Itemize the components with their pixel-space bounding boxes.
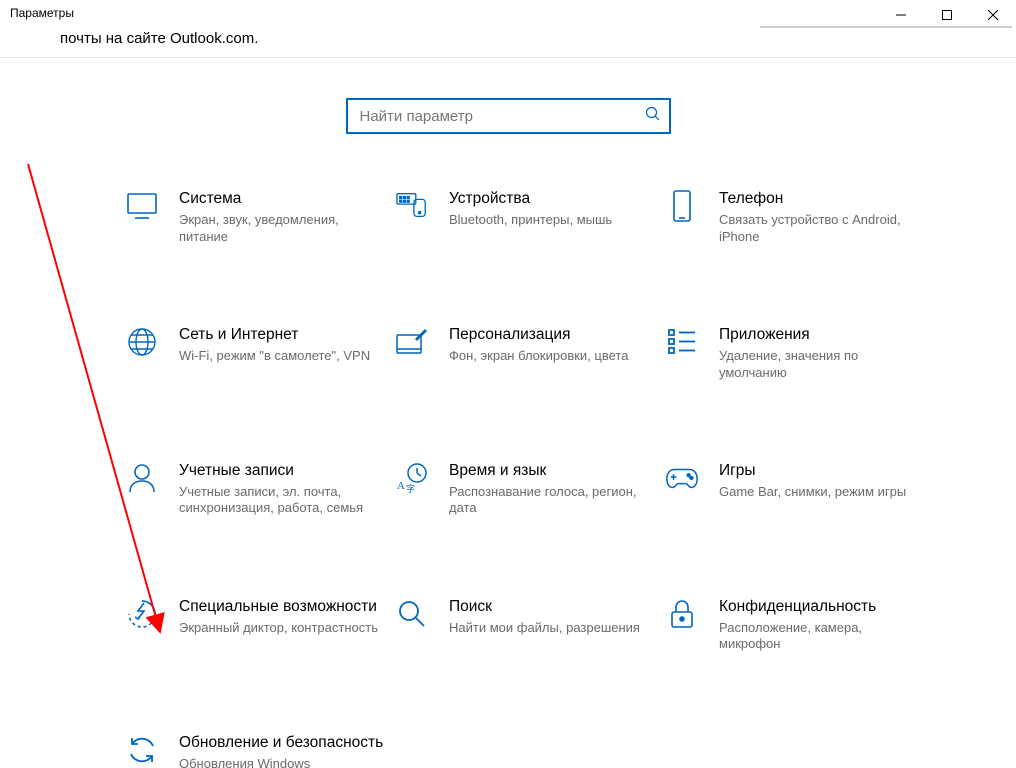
tile-title: Система — [179, 189, 395, 208]
tile-desc: Удаление, значения по умолчанию — [719, 348, 919, 381]
header-subtitle: почты на сайте Outlook.com. — [0, 30, 1016, 57]
tile-time-language[interactable]: A字 Время и язык Распознавание голоса, ре… — [395, 461, 665, 517]
tile-desc: Bluetooth, принтеры, мышь — [449, 212, 649, 228]
tile-title: Специальные возможности — [179, 597, 395, 616]
tile-desc: Фон, экран блокировки, цвета — [449, 348, 649, 364]
globe-icon — [125, 325, 159, 359]
tile-desc: Найти мои файлы, разрешения — [449, 620, 649, 636]
tile-network[interactable]: Сеть и Интернет Wi-Fi, режим "в самолете… — [125, 325, 395, 381]
tile-apps[interactable]: Приложения Удаление, значения по умолчан… — [665, 325, 935, 381]
tile-desc: Расположение, камера, микрофон — [719, 620, 919, 653]
tile-title: Персонализация — [449, 325, 665, 344]
tile-title: Телефон — [719, 189, 935, 208]
search-box[interactable] — [346, 98, 671, 134]
tile-title: Поиск — [449, 597, 665, 616]
tile-phone[interactable]: Телефон Связать устройство с Android, iP… — [665, 189, 935, 245]
tile-title: Обновление и безопасность — [179, 733, 395, 752]
svg-text:A: A — [397, 480, 405, 492]
settings-grid: Система Экран, звук, уведомления, питани… — [125, 174, 935, 768]
tile-title: Время и язык — [449, 461, 665, 480]
tile-desc: Учетные записи, эл. почта, синхронизация… — [179, 484, 379, 517]
time-language-icon: A字 — [395, 461, 429, 495]
scrollbar-indicator — [760, 26, 1012, 28]
tile-title: Приложения — [719, 325, 935, 344]
svg-text:字: 字 — [406, 483, 415, 494]
search-icon — [645, 106, 661, 127]
tile-title: Конфиденциальность — [719, 597, 935, 616]
tile-desc: Распознавание голоса, регион, дата — [449, 484, 649, 517]
phone-icon — [665, 189, 699, 223]
tile-update[interactable]: Обновление и безопасность Обновления Win… — [125, 733, 395, 768]
tile-desc: Wi-Fi, режим "в самолете", VPN — [179, 348, 379, 364]
header-separator — [0, 57, 1016, 58]
search-tile-icon — [395, 597, 429, 631]
tile-desc: Связать устройство с Android, iPhone — [719, 212, 919, 245]
tile-search[interactable]: Поиск Найти мои файлы, разрешения — [395, 597, 665, 653]
update-icon — [125, 733, 159, 767]
tile-gaming[interactable]: Игры Game Bar, снимки, режим игры — [665, 461, 935, 517]
tile-accounts[interactable]: Учетные записи Учетные записи, эл. почта… — [125, 461, 395, 517]
tile-title: Сеть и Интернет — [179, 325, 395, 344]
devices-icon — [395, 189, 429, 223]
tile-title: Игры — [719, 461, 935, 480]
tile-desc: Экранный диктор, контрастность — [179, 620, 379, 636]
tile-devices[interactable]: Устройства Bluetooth, принтеры, мышь — [395, 189, 665, 245]
search-input[interactable] — [358, 107, 645, 126]
tile-desc: Game Bar, снимки, режим игры — [719, 484, 919, 500]
window-title: Параметры — [0, 0, 84, 26]
personalization-icon — [395, 325, 429, 359]
system-icon — [125, 189, 159, 223]
tile-system[interactable]: Система Экран, звук, уведомления, питани… — [125, 189, 395, 245]
ease-of-access-icon — [125, 597, 159, 631]
tile-privacy[interactable]: Конфиденциальность Расположение, камера,… — [665, 597, 935, 653]
tile-ease-of-access[interactable]: Специальные возможности Экранный диктор,… — [125, 597, 395, 653]
tile-title: Учетные записи — [179, 461, 395, 480]
tile-desc: Экран, звук, уведомления, питание — [179, 212, 379, 245]
tile-personalization[interactable]: Персонализация Фон, экран блокировки, цв… — [395, 325, 665, 381]
tile-desc: Обновления Windows — [179, 756, 379, 768]
lock-icon — [665, 597, 699, 631]
tile-title: Устройства — [449, 189, 665, 208]
apps-icon — [665, 325, 699, 359]
gaming-icon — [665, 461, 699, 495]
accounts-icon — [125, 461, 159, 495]
